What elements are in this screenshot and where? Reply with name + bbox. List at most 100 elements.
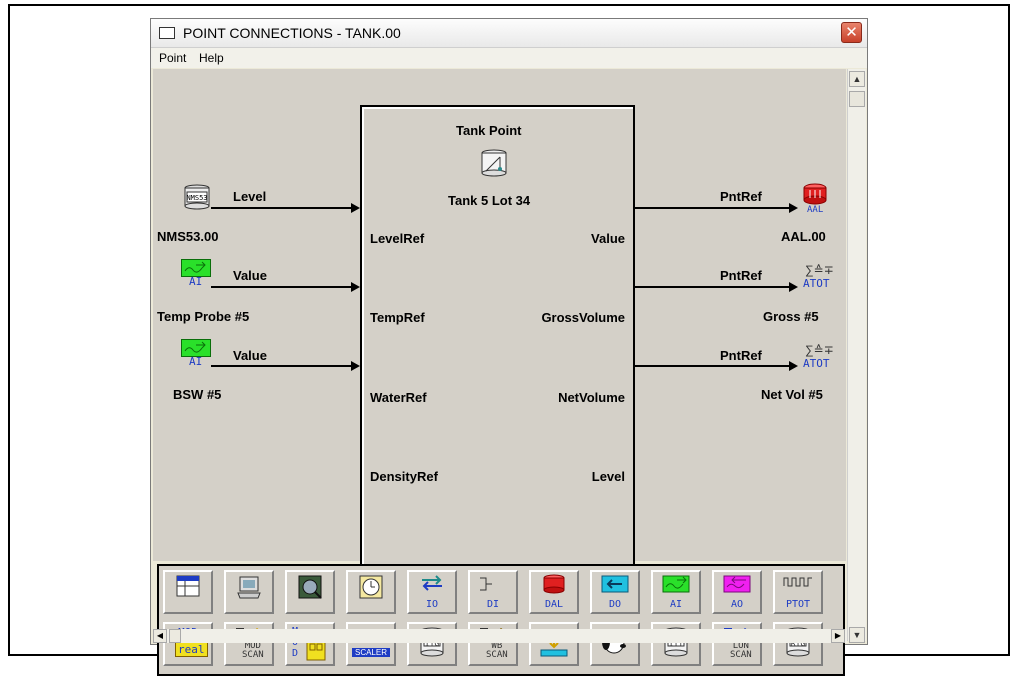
ai-icon[interactable]: AI [181,339,213,373]
connection-line [635,207,791,209]
ao-icon [714,574,760,597]
computer-icon [226,574,272,603]
table-tool-button[interactable] [163,570,213,614]
ao-tool-button[interactable]: AO [712,570,762,614]
menu-bar: Point Help [151,48,867,68]
ptot-tool-button[interactable]: PTOT [773,570,823,614]
tank-name: Tank 5 Lot 34 [448,193,531,208]
vertical-scrollbar[interactable]: ▲ ▼ [847,69,866,643]
connection-line [211,286,351,288]
atot-icon[interactable]: ∑≙∓ ATOT [799,263,839,297]
arrow-head [789,203,798,213]
ai-icon [653,574,699,597]
tank-point-title: Tank Point [456,123,522,138]
point-type-toolbar: IODIDALDOAIAOPTOT MODrealMODSCANMODAx+BS… [157,564,845,676]
clock-tool-button[interactable] [346,570,396,614]
arrow-head [351,203,360,213]
tool-button-label: IO [425,599,439,610]
source-name-nms53[interactable]: NMS53.00 [157,229,218,244]
scroll-thumb-horizontal[interactable] [169,629,181,643]
ptot-icon [775,574,821,593]
scroll-left-icon[interactable]: ◀ [153,629,167,643]
scroll-thumb[interactable] [849,91,865,107]
source-name-temp-probe[interactable]: Temp Probe #5 [157,309,249,324]
scroll-right-icon[interactable]: ▶ [831,629,845,643]
clock-icon [348,574,394,603]
do-tool-button[interactable]: DO [590,570,640,614]
arrow-head [789,282,798,292]
connection-line [211,365,351,367]
connection-canvas: NMS53 Level NMS53.00 AI Value Temp Probe… [153,69,846,676]
computer-tool-button[interactable] [224,570,274,614]
link-label-pntref-net: PntRef [720,348,762,363]
link-label-level: Level [233,189,267,204]
scan-label: WB SCAN [486,641,508,660]
circuit-icon [287,574,333,603]
tool-button-label: AO [730,599,744,610]
io-icon [409,574,455,595]
source-name-bsw[interactable]: BSW #5 [173,387,221,402]
tool-button-label: DI [486,599,500,610]
menu-point[interactable]: Point [159,51,186,65]
menu-help[interactable]: Help [199,51,224,65]
link-label-value-temp: Value [233,268,267,283]
aal-icon-text: AAL [807,205,824,215]
scan-label: MOD SCAN [242,641,264,660]
output-netvolume[interactable]: NetVolume [558,390,625,405]
target-name-aal[interactable]: AAL.00 [781,229,826,244]
io-tool-button[interactable]: IO [407,570,457,614]
close-button[interactable]: ✕ [841,22,862,43]
scan-label: LON SCAN [730,641,752,660]
target-name-gross[interactable]: Gross #5 [763,309,819,324]
tank-icon [478,147,510,184]
tank-point-block[interactable]: Tank Point Tank 5 Lot 34 LevelRef TempRe… [360,105,635,565]
link-label-value-bsw: Value [233,348,267,363]
connection-line [211,207,351,209]
ai-icon-text: AI [189,355,203,368]
atot-icon-text: ATOT [803,357,830,370]
input-waterref[interactable]: WaterRef [370,390,427,405]
atot-icon-text: ATOT [803,277,830,290]
window-title: POINT CONNECTIONS - TANK.00 [183,25,401,41]
input-tempref[interactable]: TempRef [370,310,425,325]
link-label-pntref-gross: PntRef [720,268,762,283]
input-levelref[interactable]: LevelRef [370,231,424,246]
arrow-head [789,361,798,371]
circuit-tool-button[interactable] [285,570,335,614]
nms53-icon[interactable]: NMS53 [183,184,211,215]
arrow-head [351,361,360,371]
di-icon [470,574,516,597]
scaler-label: SCALER [352,648,390,657]
window-icon [159,27,175,39]
output-grossvolume[interactable]: GrossVolume [541,310,625,325]
scroll-up-icon[interactable]: ▲ [849,71,865,87]
tool-button-label: AI [669,599,683,610]
horizontal-scrollbar[interactable]: ◀ ▶ [153,629,847,643]
ai-icon-text: AI [189,275,203,288]
link-label-pntref-aal: PntRef [720,189,762,204]
real-label: real [175,642,208,657]
tool-button-label: DO [608,599,622,610]
table-icon [165,574,211,601]
ai-tool-button[interactable]: AI [651,570,701,614]
title-bar[interactable]: POINT CONNECTIONS - TANK.00 ✕ [151,19,867,48]
input-densityref[interactable]: DensityRef [370,469,438,484]
do-icon [592,574,638,597]
point-connections-window: POINT CONNECTIONS - TANK.00 ✕ Point Help… [150,18,868,676]
tool-button-label: DAL [544,599,564,610]
dal-icon [531,574,577,597]
ai-icon[interactable]: AI [181,259,213,293]
dal-tool-button[interactable]: DAL [529,570,579,614]
output-level[interactable]: Level [592,469,625,484]
scroll-down-icon[interactable]: ▼ [849,627,865,643]
connection-line [635,286,791,288]
arrow-head [351,282,360,292]
nms53-icon-text: NMS53 [186,194,207,202]
atot-icon[interactable]: ∑≙∓ ATOT [799,343,839,377]
output-value[interactable]: Value [591,231,625,246]
di-tool-button[interactable]: DI [468,570,518,614]
target-name-net[interactable]: Net Vol #5 [761,387,823,402]
connection-line [635,365,791,367]
aal-icon[interactable]: AAL [801,183,833,219]
tool-button-label: PTOT [785,599,811,610]
